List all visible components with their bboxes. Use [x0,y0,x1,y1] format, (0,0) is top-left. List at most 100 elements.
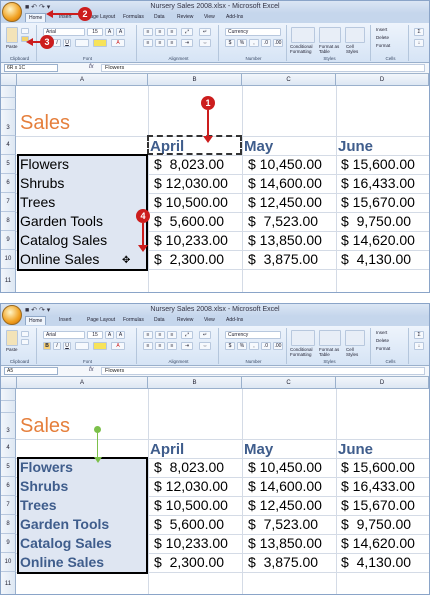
column-header-c[interactable]: C [242,74,336,86]
insert-cells-button[interactable]: Insert [376,330,387,335]
merge-icon[interactable]: ⇔ [199,342,211,350]
value-cell[interactable]: $ 9,750.00 [341,515,411,534]
format-as-table-icon[interactable] [319,330,341,346]
increase-decimal-icon[interactable]: .0 [261,342,271,350]
shrink-font-icon[interactable]: A [116,28,125,36]
row-header-7[interactable]: 7 [1,496,16,515]
value-cell[interactable]: $ 10,450.00 [248,155,322,174]
tab-page-layout[interactable]: Page Layout [87,317,115,323]
cut-icon[interactable] [21,331,29,337]
column-header-d[interactable]: D [336,74,429,86]
value-cell[interactable]: $ 16,433.00 [341,174,415,193]
font-size-select[interactable]: 15 [87,28,103,36]
row-header-10[interactable]: 10 [1,250,16,269]
value-cell[interactable]: $ 14,620.00 [341,231,415,250]
paste-icon[interactable] [6,27,18,43]
insert-function-icon[interactable]: fx [89,64,94,70]
comma-icon[interactable]: , [249,342,259,350]
office-button-icon[interactable] [2,305,22,325]
row-header-9[interactable]: 9 [1,231,16,250]
underline-icon[interactable]: U [63,342,71,350]
value-cell[interactable]: $ 15,670.00 [341,193,415,212]
row-header-5[interactable]: 5 [1,458,16,477]
value-cell[interactable]: $ 10,450.00 [248,458,322,477]
align-bottom-icon[interactable]: ≡ [167,28,177,36]
currency-icon[interactable]: $ [225,39,235,47]
decrease-decimal-icon[interactable]: .00 [273,342,283,350]
tab-home[interactable]: Home [25,13,47,22]
value-cell[interactable]: $ 14,600.00 [248,477,322,496]
row-header-4[interactable]: 4 [1,136,16,155]
align-bottom-icon[interactable]: ≡ [167,331,177,339]
column-header-b[interactable]: B [148,74,242,86]
fill-color-icon[interactable] [93,39,107,47]
delete-cells-button[interactable]: Delete [376,35,389,40]
grow-font-icon[interactable]: A [105,28,114,36]
row-header-4[interactable]: 4 [1,439,16,458]
cell-styles-icon[interactable] [345,27,365,43]
tab-view[interactable]: View [204,317,215,323]
row-header[interactable] [1,389,16,401]
column-header-d[interactable]: D [336,377,429,389]
align-middle-icon[interactable]: ≡ [155,331,165,339]
borders-icon[interactable] [75,39,89,47]
percent-icon[interactable]: % [237,342,247,350]
format-painter-icon[interactable] [21,339,29,345]
row-header-11[interactable]: 11 [1,269,16,292]
tab-review[interactable]: Review [177,317,193,323]
row-header-3[interactable]: 3 [1,110,16,136]
font-name-select[interactable]: Arial [43,331,85,339]
tab-review[interactable]: Review [177,14,193,20]
value-cell[interactable]: $ 10,500.00 [154,496,228,515]
bold-icon[interactable]: B [43,342,51,350]
row-header[interactable] [1,401,16,413]
align-center-icon[interactable]: ≡ [155,342,165,350]
align-right-icon[interactable]: ≡ [167,39,177,47]
tab-data[interactable]: Data [154,317,165,323]
insert-function-icon[interactable]: fx [89,367,94,373]
conditional-formatting-icon[interactable] [291,27,315,43]
orientation-icon[interactable]: ⤢ [181,28,193,36]
column-header-c[interactable]: C [242,377,336,389]
column-header-a[interactable]: A [17,377,148,389]
value-cell[interactable]: $ 2,300.00 [154,553,224,572]
tab-add-ins[interactable]: Add-Ins [226,317,243,323]
value-cell[interactable]: $ 12,030.00 [154,174,228,193]
grow-font-icon[interactable]: A [105,331,114,339]
select-all-corner[interactable] [1,74,17,86]
decrease-decimal-icon[interactable]: .00 [273,39,283,47]
italic-icon[interactable]: I [53,342,61,350]
fill-icon[interactable]: ↓ [414,342,424,350]
name-box[interactable]: A5 [4,367,58,375]
formula-input[interactable]: Flowers [101,367,425,375]
row-header-10[interactable]: 10 [1,553,16,572]
comma-icon[interactable]: , [249,39,259,47]
name-box[interactable]: 6R x 1C [4,64,58,72]
value-cell[interactable]: $ 13,850.00 [248,231,322,250]
tab-view[interactable]: View [204,14,215,20]
value-cell[interactable]: $ 10,500.00 [154,193,228,212]
cut-icon[interactable] [21,28,29,34]
conditional-formatting-icon[interactable] [291,330,315,346]
align-center-icon[interactable]: ≡ [155,39,165,47]
fill-color-icon[interactable] [93,342,107,350]
row-header-3[interactable]: 3 [1,413,16,439]
format-cells-button[interactable]: Format [376,346,390,351]
underline-icon[interactable]: U [63,39,71,47]
shrink-font-icon[interactable]: A [116,331,125,339]
value-cell[interactable]: $ 4,130.00 [341,553,411,572]
value-cell[interactable]: $ 9,750.00 [341,212,411,231]
value-cell[interactable]: $ 7,523.00 [248,212,318,231]
indent-icon[interactable]: ⇥ [181,39,193,47]
wrap-text-icon[interactable]: ↵ [199,28,211,36]
cell-styles-icon[interactable] [345,330,365,346]
value-cell[interactable]: $ 15,670.00 [341,496,415,515]
number-format-select[interactable]: Currency [225,28,281,36]
wrap-text-icon[interactable]: ↵ [199,331,211,339]
align-middle-icon[interactable]: ≡ [155,28,165,36]
column-header-b[interactable]: B [148,377,242,389]
value-cell[interactable]: $ 5,600.00 [154,515,224,534]
increase-decimal-icon[interactable]: .0 [261,39,271,47]
align-left-icon[interactable]: ≡ [143,39,153,47]
align-left-icon[interactable]: ≡ [143,342,153,350]
